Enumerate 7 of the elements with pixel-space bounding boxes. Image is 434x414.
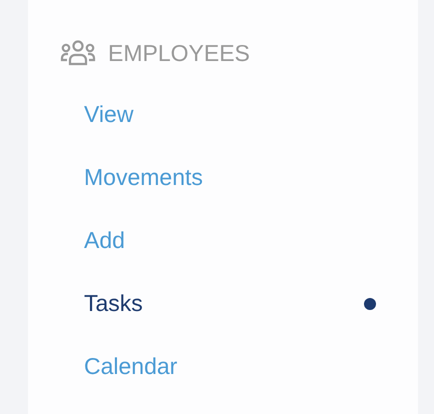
people-icon bbox=[60, 40, 96, 66]
nav-link[interactable]: Movements bbox=[28, 146, 418, 209]
section-heading: EMPLOYEES bbox=[108, 42, 250, 64]
nav-link[interactable]: View bbox=[28, 83, 418, 146]
nav-link[interactable]: Tasks bbox=[28, 272, 418, 335]
nav-link[interactable]: Add bbox=[28, 209, 418, 272]
nav-link[interactable]: Calendar bbox=[28, 335, 418, 398]
